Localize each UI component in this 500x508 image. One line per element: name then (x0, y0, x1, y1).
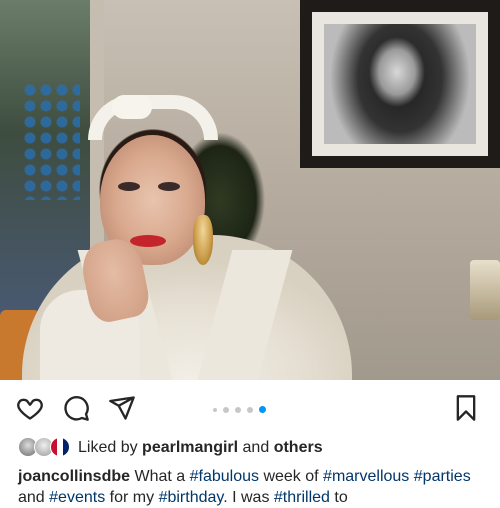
bookmark-icon[interactable] (452, 394, 480, 422)
hashtag[interactable]: #events (49, 489, 105, 506)
likes-text: Liked by pearlmangirl and others (78, 439, 323, 456)
carousel-dot (247, 406, 253, 413)
comment-icon[interactable] (62, 394, 90, 422)
lips (130, 235, 166, 247)
framed-portrait (300, 0, 500, 168)
liker-avatars (18, 437, 72, 459)
avatar (50, 437, 70, 457)
earring (193, 215, 213, 265)
hashtag[interactable]: #fabulous (190, 468, 259, 485)
hashtag[interactable]: #marvellous (323, 468, 409, 485)
headband-knot (112, 95, 152, 119)
carousel-indicator (213, 406, 266, 413)
likes-others-link[interactable]: others (274, 439, 323, 456)
likes-row[interactable]: Liked by pearlmangirl and others (18, 437, 323, 459)
hashtag[interactable]: #thrilled (274, 489, 330, 506)
post-caption: joancollinsdbe What a #fabulous week of … (18, 468, 471, 506)
heart-icon[interactable] (16, 394, 44, 422)
hashtag[interactable]: #birthday (159, 489, 224, 506)
framed-portrait-photo (324, 24, 476, 144)
post-photo[interactable] (0, 0, 500, 380)
liker-username[interactable]: pearlmangirl (142, 439, 238, 456)
carousel-dot (223, 406, 229, 413)
carousel-dot (213, 407, 217, 412)
send-icon[interactable] (108, 394, 136, 422)
table-lamp (470, 260, 500, 320)
hashtag[interactable]: #parties (414, 468, 471, 485)
eye-left (118, 182, 140, 191)
caption-username[interactable]: joancollinsdbe (18, 468, 130, 485)
carousel-dot-active (259, 406, 266, 413)
carousel-dot (235, 406, 241, 413)
post-actions-bar (0, 380, 500, 435)
eye-right (158, 182, 180, 191)
